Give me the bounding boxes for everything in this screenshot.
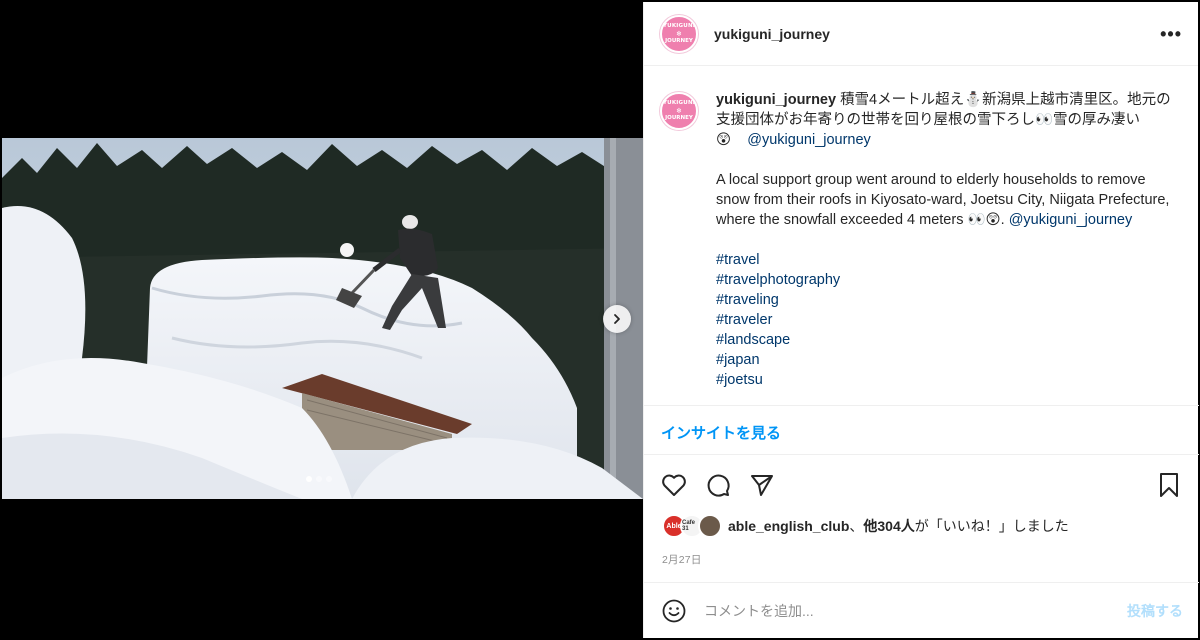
save-button[interactable] [1155, 471, 1183, 499]
author-username[interactable]: yukiguni_journey [714, 26, 830, 42]
like-button[interactable] [660, 471, 688, 499]
hashtag-link[interactable]: #traveling [716, 290, 1178, 310]
more-options-button[interactable]: ••• [1160, 25, 1182, 43]
carousel-dot-active [306, 476, 312, 482]
snowflake-icon: ❄ [676, 107, 682, 115]
post-date[interactable]: 2月27日 [662, 552, 702, 567]
caption-text: yukiguni_journey 積雪4メートル超え⛄新潟県上越市清里区。地元の支… [716, 90, 1178, 390]
avatar-text: YUKIGUNI [663, 22, 695, 29]
carousel-dot [316, 476, 322, 482]
emoji-button[interactable] [660, 597, 688, 625]
chevron-right-icon [614, 314, 620, 324]
action-bar [644, 465, 1199, 505]
caption-author-avatar[interactable]: YUKIGUNI ❄ JOURNEY [660, 92, 698, 130]
likes-suffix: が「いいね！」しました [914, 518, 1069, 534]
hashtag-link[interactable]: #japan [716, 350, 1178, 370]
heart-icon [662, 474, 686, 496]
likes-summary: Able Cafe 31 able_english_club、他304人が「いい… [662, 514, 1069, 538]
avatar-text: YUKIGUNI [663, 100, 695, 106]
post-comment-button[interactable]: 投稿する [1127, 601, 1183, 621]
author-avatar[interactable]: YUKIGUNI ❄ JOURNEY [660, 14, 698, 53]
comment-button[interactable] [704, 471, 732, 499]
view-insights-button[interactable]: インサイトを見る [644, 405, 1199, 455]
comment-input[interactable] [704, 602, 1115, 619]
comment-icon [707, 474, 730, 497]
avatar-text: JOURNEY [665, 115, 693, 121]
caption-mention-link[interactable]: @yukiguni_journey [1009, 212, 1133, 228]
snowflake-icon: ❄ [676, 29, 682, 38]
hashtag-link[interactable]: #travel [716, 250, 1178, 270]
caption-username[interactable]: yukiguni_journey [716, 92, 836, 108]
caption: YUKIGUNI ❄ JOURNEY yukiguni_journey 積雪4メー… [660, 90, 1183, 390]
snow-scene-image [2, 138, 643, 499]
post-side-panel: YUKIGUNI ❄ JOURNEY yukiguni_journey ••• … [643, 2, 1199, 638]
hashtag-link[interactable]: #travelphotography [716, 270, 1178, 290]
send-icon [751, 475, 773, 496]
instagram-post-viewer: YUKIGUNI ❄ JOURNEY yukiguni_journey ••• … [0, 0, 1200, 640]
post-header: YUKIGUNI ❄ JOURNEY yukiguni_journey ••• [644, 2, 1198, 66]
media-area [0, 0, 643, 640]
likes-text: able_english_club、他304人が「いいね！」しました [728, 516, 1069, 536]
carousel-indicator [306, 476, 332, 482]
hashtag-link[interactable]: #joetsu [716, 370, 1178, 390]
hashtag-link[interactable]: #landscape [716, 330, 1178, 350]
liker-avatar[interactable] [698, 514, 722, 538]
bookmark-icon [1160, 473, 1178, 497]
share-button[interactable] [748, 471, 776, 499]
carousel-dot [326, 476, 332, 482]
caption-mention-link[interactable]: @yukiguni_journey [747, 132, 871, 148]
likes-count-link[interactable]: 他304人 [863, 518, 914, 534]
carousel-next-button[interactable] [603, 305, 631, 333]
smiley-icon [662, 599, 686, 622]
first-liker-link[interactable]: able_english_club [728, 518, 849, 534]
add-comment-bar: 投稿する [644, 582, 1199, 638]
hashtag-link[interactable]: #traveler [716, 310, 1178, 330]
likes-separator: 、 [849, 518, 864, 534]
avatar-text: JOURNEY [665, 37, 693, 44]
post-photo[interactable] [2, 138, 643, 499]
caption-scroll-area[interactable]: YUKIGUNI ❄ JOURNEY yukiguni_journey 積雪4メー… [644, 66, 1199, 404]
